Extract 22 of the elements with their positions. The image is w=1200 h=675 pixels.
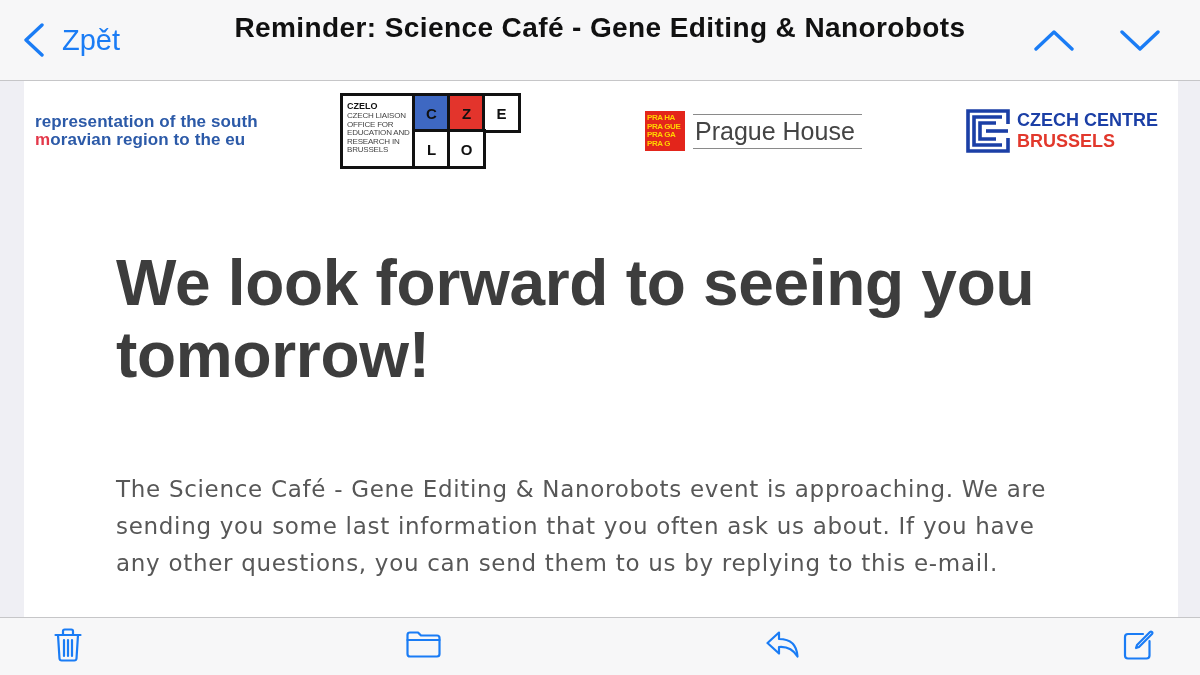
message-subject: Reminder: Science Café - Gene Editing & Nanorobots <box>233 11 967 45</box>
nested-squares-logo-icon <box>966 109 1010 153</box>
chevron-down-icon[interactable] <box>1120 30 1160 51</box>
letter-tile: O <box>449 131 484 167</box>
logo-name: CZELO <box>347 101 379 111</box>
chevron-up-icon[interactable] <box>1034 30 1074 51</box>
logo-badge: PRA HA PRA GUE PRA GA PRA G <box>645 111 685 151</box>
chevron-left-icon <box>24 23 44 57</box>
email-heading: We look forward to seeing you tomorrow! <box>116 247 1036 391</box>
logo-text: CZECH CENTRE <box>1017 110 1158 131</box>
trash-icon[interactable] <box>54 627 82 662</box>
logo-wordmark: Prague House <box>693 113 862 149</box>
region-logo-text: representation of the south moravian region to the eu <box>35 113 259 149</box>
compose-icon[interactable] <box>1123 629 1154 660</box>
back-button[interactable]: Zpět <box>24 23 121 57</box>
logo-text: BRUSSELS <box>1017 131 1116 152</box>
reply-icon[interactable] <box>765 631 799 658</box>
logo-description: CZECH LIAISON OFFICE FOR EDUCATION AND RESEARCH IN BRUSSELS <box>347 112 411 155</box>
email-paragraph: The Science Café - Gene Editing & Nanorobots event is approaching. We are sending you some last information that you often ask us about. If you have any other questions, you can send them to us by replying to this e-mail. <box>116 475 1047 578</box>
letter-tile: E <box>484 95 519 131</box>
letter-tile: L <box>414 131 449 167</box>
folder-icon[interactable] <box>406 631 442 658</box>
